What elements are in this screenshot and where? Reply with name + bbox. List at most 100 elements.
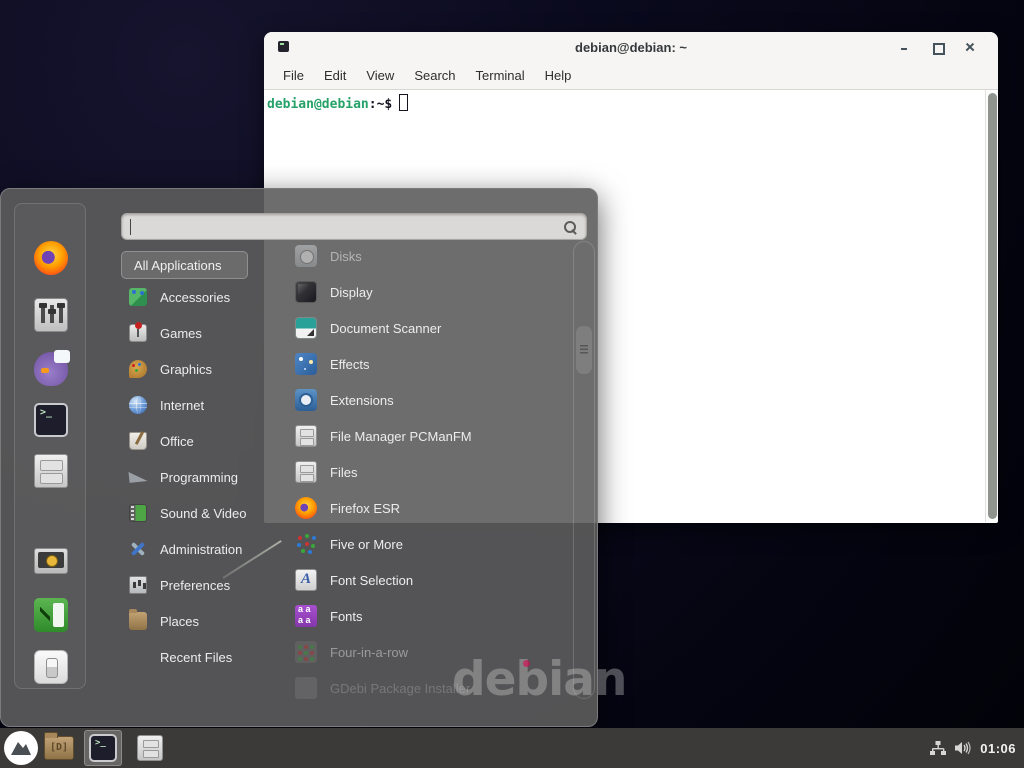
menu-terminal[interactable]: Terminal xyxy=(466,64,535,87)
category-list: Accessories Games Graphics Internet Offi… xyxy=(121,279,271,675)
favorite-pidgin-icon[interactable] xyxy=(34,352,68,386)
effects-icon xyxy=(295,353,317,375)
category-accessories[interactable]: Accessories xyxy=(121,279,271,315)
app-font-selection[interactable]: Font Selection xyxy=(269,562,569,598)
taskbar-terminal-button[interactable] xyxy=(84,730,122,766)
search-icon xyxy=(563,220,577,234)
category-label: Preferences xyxy=(160,578,230,593)
menu-file[interactable]: File xyxy=(273,64,314,87)
places-folder-icon xyxy=(129,612,147,630)
category-programming[interactable]: Programming xyxy=(121,459,271,495)
taskbar-files-button[interactable] xyxy=(130,730,168,766)
app-label: Five or More xyxy=(330,537,403,552)
logout-icon[interactable] xyxy=(34,598,68,632)
category-label: Games xyxy=(160,326,202,341)
terminal-menubar: File Edit View Search Terminal Help xyxy=(264,62,998,90)
file-cabinet-icon xyxy=(295,425,317,447)
menu-view[interactable]: View xyxy=(356,64,404,87)
category-internet[interactable]: Internet xyxy=(121,387,271,423)
font-selection-icon xyxy=(295,569,317,591)
category-recent-files[interactable]: Recent Files xyxy=(121,639,271,675)
category-graphics[interactable]: Graphics xyxy=(121,351,271,387)
favorite-control-center-icon[interactable] xyxy=(34,298,68,332)
app-fonts[interactable]: Fonts xyxy=(269,598,569,634)
app-gdebi-package-installer[interactable]: GDebi Package Installer xyxy=(269,670,569,706)
app-display[interactable]: Display xyxy=(269,274,569,310)
close-button[interactable] xyxy=(964,41,976,53)
preferences-icon xyxy=(129,576,147,594)
menu-search[interactable]: Search xyxy=(404,64,465,87)
app-label: GDebi Package Installer xyxy=(330,681,470,696)
network-tray-icon[interactable] xyxy=(930,740,946,756)
terminal-titlebar[interactable]: debian@debian: ~ xyxy=(264,32,998,62)
category-places[interactable]: Places xyxy=(121,603,271,639)
favorite-terminal-icon[interactable] xyxy=(34,403,68,437)
recent-files-icon xyxy=(129,648,147,666)
menu-launcher-button[interactable] xyxy=(4,731,38,765)
search-input[interactable] xyxy=(130,217,560,236)
desktop: debian@debian: ~ File Edit View Search T… xyxy=(0,0,1024,768)
category-label: Administration xyxy=(160,542,242,557)
app-label: Extensions xyxy=(330,393,394,408)
application-menu: All Applications Accessories Games Graph… xyxy=(0,188,598,727)
app-files[interactable]: Files xyxy=(269,454,569,490)
application-list: Disks Display Document Scanner Effects E… xyxy=(269,238,569,706)
mountain-logo-icon xyxy=(4,731,38,765)
category-label: Programming xyxy=(160,470,238,485)
shell-prompt: debian@debian:~$ xyxy=(267,94,408,112)
favorite-file-manager-icon[interactable] xyxy=(34,454,68,488)
app-extensions[interactable]: Extensions xyxy=(269,382,569,418)
volume-icon[interactable] xyxy=(954,740,972,756)
app-label: Disks xyxy=(330,249,362,264)
app-firefox-esr[interactable]: Firefox ESR xyxy=(269,490,569,526)
fonts-icon xyxy=(295,605,317,627)
favorites-panel xyxy=(14,203,86,689)
prompt-symbol: $ xyxy=(384,97,392,112)
category-games[interactable]: Games xyxy=(121,315,271,351)
internet-globe-icon xyxy=(129,396,147,414)
clock[interactable]: 01:06 xyxy=(980,741,1016,756)
app-label: File Manager PCManFM xyxy=(330,429,472,444)
app-label: Fonts xyxy=(330,609,363,624)
programming-icon xyxy=(129,468,147,486)
app-file-manager-pcmanfm[interactable]: File Manager PCManFM xyxy=(269,418,569,454)
app-label: Document Scanner xyxy=(330,321,441,336)
accessories-icon xyxy=(129,288,147,306)
minimize-button[interactable] xyxy=(898,41,910,53)
category-sound-video[interactable]: Sound & Video xyxy=(121,495,271,531)
app-disks[interactable]: Disks xyxy=(269,238,569,274)
app-label: Firefox ESR xyxy=(330,501,400,516)
menu-help[interactable]: Help xyxy=(535,64,582,87)
category-all-applications[interactable]: All Applications xyxy=(121,251,248,279)
terminal-scrollbar-thumb[interactable] xyxy=(988,93,997,519)
taskbar-file-manager-button[interactable] xyxy=(44,736,74,760)
app-five-or-more[interactable]: Five or More xyxy=(269,526,569,562)
app-list-scrollbar[interactable] xyxy=(573,241,595,699)
category-office[interactable]: Office xyxy=(121,423,271,459)
terminal-scrollbar[interactable] xyxy=(985,90,998,522)
shutdown-icon[interactable] xyxy=(34,650,68,684)
file-cabinet-icon xyxy=(295,461,317,483)
taskbar: 01:06 xyxy=(0,728,1024,768)
favorite-firefox-icon[interactable] xyxy=(34,241,68,275)
search-box xyxy=(121,213,587,240)
terminal-icon xyxy=(89,734,117,762)
maximize-button[interactable] xyxy=(931,41,943,53)
terminal-cursor xyxy=(399,94,408,111)
app-effects[interactable]: Effects xyxy=(269,346,569,382)
category-preferences[interactable]: Preferences xyxy=(121,567,271,603)
category-label: Places xyxy=(160,614,199,629)
app-label: Effects xyxy=(330,357,370,372)
lock-screen-icon[interactable] xyxy=(34,548,68,574)
menu-edit[interactable]: Edit xyxy=(314,64,356,87)
category-label: Recent Files xyxy=(160,650,232,665)
five-or-more-icon xyxy=(295,533,317,555)
app-four-in-a-row[interactable]: Four-in-a-row xyxy=(269,634,569,670)
app-list-scrollbar-thumb[interactable] xyxy=(576,326,592,374)
app-label: Files xyxy=(330,465,357,480)
category-label: Sound & Video xyxy=(160,506,247,521)
category-label: Internet xyxy=(160,398,204,413)
extensions-gear-icon xyxy=(295,389,317,411)
terminal-window-icon xyxy=(278,41,289,52)
app-document-scanner[interactable]: Document Scanner xyxy=(269,310,569,346)
